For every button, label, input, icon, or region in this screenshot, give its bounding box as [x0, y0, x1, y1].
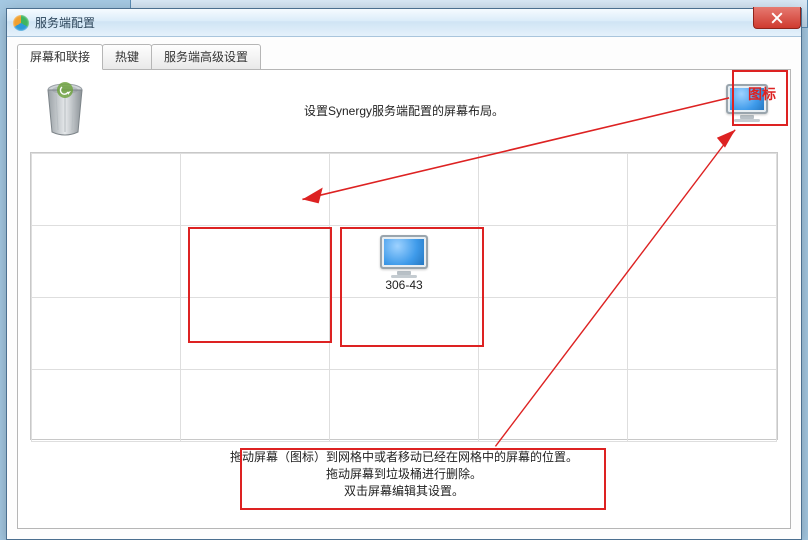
help-line: 拖动屏幕（图标）到网格中或者移动已经在网格中的屏幕的位置。 — [18, 449, 790, 466]
grid-cell[interactable] — [32, 370, 181, 442]
tab-screens[interactable]: 屏幕和联接 — [17, 44, 103, 70]
grid-cell[interactable] — [628, 226, 777, 298]
grid-cell[interactable] — [32, 298, 181, 370]
screen-grid[interactable]: 306-43 — [30, 152, 778, 440]
grid-cell[interactable] — [181, 370, 330, 442]
monitor-base — [734, 119, 760, 122]
layout-instruction: 设置Synergy服务端配置的屏幕布局。 — [30, 102, 778, 119]
grid-cell[interactable] — [32, 226, 181, 298]
grid-cell[interactable] — [181, 298, 330, 370]
grid-cell[interactable] — [32, 154, 181, 226]
grid-cell[interactable]: 306-43 — [330, 226, 479, 298]
screen-label: 306-43 — [331, 278, 477, 292]
help-line: 拖动屏幕到垃圾桶进行删除。 — [18, 466, 790, 483]
titlebar[interactable]: 服务端配置 — [7, 9, 801, 37]
header-row: 设置Synergy服务端配置的屏幕布局。 — [30, 80, 778, 150]
grid-cell[interactable] — [181, 226, 330, 298]
monitor-icon — [726, 84, 768, 114]
grid-cell[interactable] — [628, 370, 777, 442]
close-icon — [771, 12, 783, 24]
grid-cell[interactable] — [330, 370, 479, 442]
app-icon — [13, 15, 29, 31]
tab-advanced[interactable]: 服务端高级设置 — [151, 44, 261, 70]
close-button[interactable] — [753, 7, 801, 29]
tabstrip: 屏幕和联接 热键 服务端高级设置 — [17, 45, 791, 69]
monitor-icon — [380, 235, 428, 269]
dialog-client-area: 屏幕和联接 热键 服务端高级设置 — [7, 37, 801, 539]
help-line: 双击屏幕编辑其设置。 — [18, 483, 790, 500]
grid-cell[interactable] — [628, 298, 777, 370]
grid-cell[interactable] — [479, 298, 628, 370]
server-config-dialog: 服务端配置 屏幕和联接 热键 服务端高级设置 — [6, 8, 802, 540]
grid-cell[interactable] — [628, 154, 777, 226]
grid-cell[interactable] — [479, 370, 628, 442]
grid-cell[interactable] — [330, 154, 479, 226]
grid-cell[interactable] — [479, 154, 628, 226]
grid-cell[interactable] — [181, 154, 330, 226]
help-text: 拖动屏幕（图标）到网格中或者移动已经在网格中的屏幕的位置。 拖动屏幕到垃圾桶进行… — [18, 449, 790, 500]
grid-cell[interactable] — [479, 226, 628, 298]
placed-screen[interactable]: 306-43 — [331, 235, 477, 292]
tab-hotkeys[interactable]: 热键 — [102, 44, 152, 70]
new-screen-source[interactable] — [722, 84, 772, 122]
tab-panel-screens: 设置Synergy服务端配置的屏幕布局。 — [17, 69, 791, 529]
grid-cell[interactable] — [330, 298, 479, 370]
window-title: 服务端配置 — [35, 14, 95, 31]
